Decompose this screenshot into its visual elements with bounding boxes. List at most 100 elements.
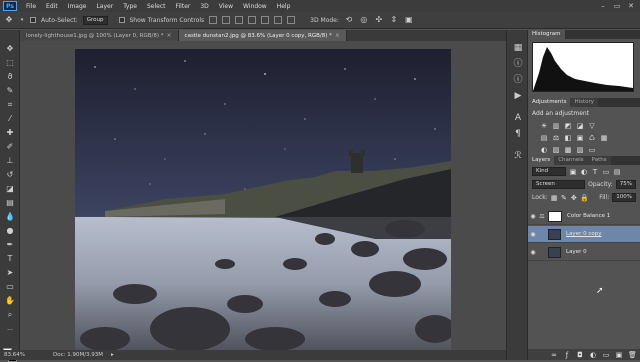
tab-paths[interactable]: Paths (587, 156, 611, 165)
layer-row-color-balance[interactable]: ◉ ⚖ Color Balance 1 (528, 208, 640, 225)
move-tool-icon[interactable]: ✥ (3, 44, 17, 54)
show-transform-checkbox[interactable] (118, 17, 125, 23)
menu-image[interactable]: Image (63, 3, 92, 10)
layer-style-icon[interactable]: ƒ (563, 351, 571, 359)
delete-layer-icon[interactable]: 🗑 (628, 351, 637, 359)
document-canvas[interactable] (75, 49, 451, 350)
menu-window[interactable]: Window (238, 3, 272, 10)
lock-image-icon[interactable]: ✎ (561, 194, 568, 202)
align-bottom-icon[interactable] (235, 16, 244, 24)
layer-name[interactable]: Layer 0 (566, 249, 587, 255)
new-layer-icon[interactable]: ▣ (615, 351, 623, 359)
gradient-map-icon[interactable]: ▭ (588, 146, 596, 154)
pen-tool-icon[interactable]: ✒ (3, 240, 17, 250)
menu-view[interactable]: View (214, 3, 238, 10)
menu-type[interactable]: Type (118, 3, 142, 10)
hand-tool-icon[interactable]: ✋ (3, 296, 17, 306)
posterize-icon[interactable]: ▨ (552, 146, 560, 154)
zoom-level[interactable]: 83.64% (4, 352, 25, 358)
menu-help[interactable]: Help (272, 3, 296, 10)
menu-file[interactable]: File (21, 3, 41, 10)
brush-panel-icon[interactable]: ℛ (511, 150, 525, 162)
rectangle-tool-icon[interactable]: ▭ (3, 282, 17, 292)
threshold-icon[interactable]: ▩ (564, 146, 572, 154)
filter-shape-icon[interactable]: ▭ (602, 168, 610, 176)
visibility-eye-icon[interactable]: ◉ (528, 249, 538, 256)
curves-icon[interactable]: ◩ (564, 122, 572, 130)
layer-name[interactable]: Layer 0 copy (566, 231, 601, 237)
brush-tool-icon[interactable]: ✐ (3, 142, 17, 152)
layer-row-layer-0-copy[interactable]: ◉ Layer 0 copy (528, 226, 640, 243)
filter-type-icon[interactable]: T (591, 168, 599, 176)
tab-layers[interactable]: Layers (528, 156, 555, 165)
lock-position-icon[interactable]: ✥ (570, 194, 577, 202)
3d-rotate-icon[interactable]: ⟲ (344, 15, 354, 25)
align-right-icon[interactable] (274, 16, 283, 24)
dodge-tool-icon[interactable]: ● (3, 226, 17, 236)
tab-history[interactable]: History (570, 98, 599, 107)
actions-panel-icon[interactable]: ▶ (511, 90, 525, 102)
fill-input[interactable]: 100% (612, 193, 637, 202)
layer-mask-thumbnail[interactable] (548, 210, 562, 222)
brightness-contrast-icon[interactable]: ☀ (540, 122, 548, 130)
lock-all-icon[interactable]: 🔒 (580, 194, 589, 202)
blend-mode-dropdown[interactable]: Screen (532, 180, 586, 189)
tool-preset-dropdown-icon[interactable]: ▾ (19, 15, 25, 25)
visibility-eye-icon[interactable]: ◉ (528, 231, 538, 238)
menu-3d[interactable]: 3D (195, 3, 213, 10)
status-menu-arrow-icon[interactable]: ▸ (111, 352, 114, 358)
gradient-tool-icon[interactable]: ▤ (3, 198, 17, 208)
type-tool-icon[interactable]: T (3, 254, 17, 264)
quick-select-tool-icon[interactable]: ✎ (3, 86, 17, 96)
3d-scale-icon[interactable]: ▣ (404, 15, 414, 25)
history-panel-icon[interactable]: ▦ (511, 42, 525, 54)
link-layers-icon[interactable]: ∞ (550, 351, 558, 359)
new-adjustment-icon[interactable]: ◐ (589, 351, 597, 359)
close-icon[interactable]: × (335, 32, 340, 39)
eraser-tool-icon[interactable]: ◪ (3, 184, 17, 194)
black-white-icon[interactable]: ◧ (564, 134, 572, 142)
close-icon[interactable]: × (167, 32, 172, 39)
layer-filter-kind-dropdown[interactable]: Kind (532, 167, 566, 176)
lock-transparent-icon[interactable]: ▦ (551, 194, 558, 202)
zoom-tool-icon[interactable]: ⌕ (3, 310, 17, 320)
distribute-icon[interactable] (287, 16, 296, 24)
history-brush-tool-icon[interactable]: ↺ (3, 170, 17, 180)
healing-brush-tool-icon[interactable]: ✚ (3, 128, 17, 138)
maximize-button[interactable]: ▭ (610, 0, 624, 12)
crop-tool-icon[interactable]: ⌗ (3, 100, 17, 110)
auto-select-dropdown[interactable]: Group (82, 15, 108, 25)
filter-adjustment-icon[interactable]: ◐ (580, 168, 588, 176)
align-top-icon[interactable] (209, 16, 218, 24)
invert-icon[interactable]: ◐ (540, 146, 548, 154)
color-balance-icon[interactable]: ⚖ (552, 134, 560, 142)
filter-smart-icon[interactable]: ▤ (613, 168, 621, 176)
lasso-tool-icon[interactable]: ϑ (3, 72, 17, 82)
vibrance-icon[interactable]: ▽ (588, 122, 596, 130)
photo-filter-icon[interactable]: ▣ (576, 134, 584, 142)
3d-pan-icon[interactable]: ✣ (374, 15, 384, 25)
menu-select[interactable]: Select (142, 3, 171, 10)
menu-filter[interactable]: Filter (171, 3, 196, 10)
info-panel-icon[interactable]: ⓘ (511, 74, 525, 86)
properties-panel-icon[interactable]: ⓘ (511, 58, 525, 70)
tab-histogram[interactable]: Histogram (528, 30, 565, 39)
clone-stamp-tool-icon[interactable]: ⊥ (3, 156, 17, 166)
align-left-icon[interactable] (248, 16, 257, 24)
minimize-button[interactable]: – (596, 0, 610, 12)
filter-pixel-icon[interactable]: ▣ (569, 168, 577, 176)
auto-select-checkbox[interactable] (30, 17, 36, 23)
hue-saturation-icon[interactable]: ▤ (540, 134, 548, 142)
menu-edit[interactable]: Edit (41, 3, 63, 10)
3d-roll-icon[interactable]: ◎ (359, 15, 369, 25)
marquee-tool-icon[interactable]: ⬚ (3, 58, 17, 68)
levels-icon[interactable]: ▥ (552, 122, 560, 130)
align-center-icon[interactable] (261, 16, 270, 24)
tab-channels[interactable]: Channels (554, 156, 588, 165)
align-middle-icon[interactable] (222, 16, 231, 24)
close-window-button[interactable]: ✕ (624, 0, 638, 12)
add-mask-icon[interactable]: ◘ (576, 351, 584, 359)
opacity-input[interactable]: 75% (615, 180, 636, 189)
move-tool-icon[interactable]: ✥ (4, 15, 14, 25)
color-lookup-icon[interactable]: ▦ (600, 134, 608, 142)
